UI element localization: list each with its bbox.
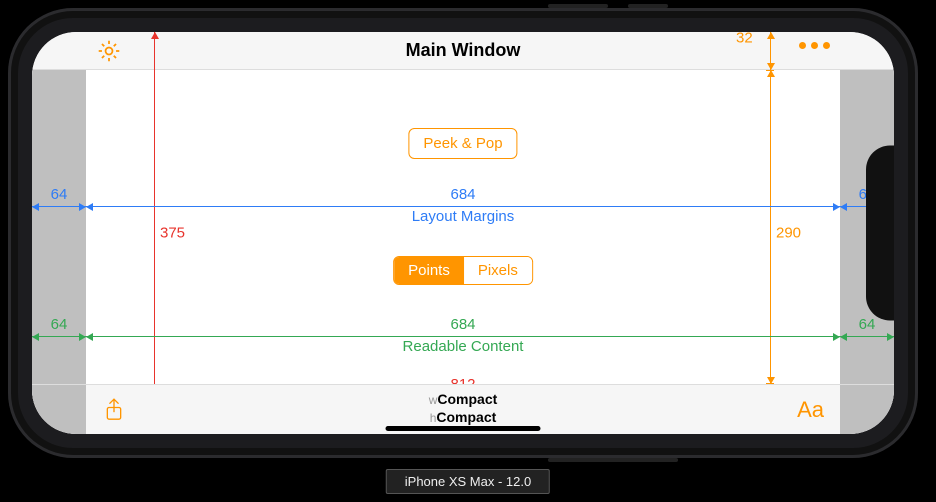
readable-content-ruler: 64 684 64 Readable Content	[32, 318, 894, 352]
content-height-value: 290	[776, 225, 801, 242]
peek-pop-button[interactable]: Peek & Pop	[408, 128, 517, 159]
device-frame: Main Window 375 32	[8, 8, 918, 458]
bottom-toolbar: wCompact hCompact Aa	[32, 384, 894, 434]
screen-height-ruler: 375	[142, 32, 168, 434]
side-button	[548, 458, 678, 462]
device-bezel: Main Window 375 32	[18, 18, 908, 448]
content-area: 375 32 290 53 Peek & Pop	[32, 70, 894, 384]
size-class-h-value: Compact	[436, 409, 496, 425]
unit-option-points[interactable]: Points	[394, 257, 464, 284]
layout-margins-label: Layout Margins	[32, 208, 894, 225]
device-screen: Main Window 375 32	[32, 32, 894, 434]
size-class-readout: wCompact hCompact	[32, 391, 894, 427]
side-button	[548, 4, 608, 8]
unit-segmented-control[interactable]: Points Pixels	[393, 256, 533, 285]
layout-margins-ruler: 64 684 64 Layout Margins	[32, 188, 894, 222]
readable-content-width: 684	[32, 316, 894, 333]
screen-height-value: 375	[160, 225, 185, 242]
size-class-w-value: Compact	[437, 391, 497, 407]
layout-margins-width: 684	[32, 186, 894, 203]
side-button	[628, 4, 668, 8]
navbar-height-value: 32	[736, 32, 753, 47]
home-indicator	[386, 426, 541, 431]
device-label: iPhone XS Max - 12.0	[386, 469, 550, 494]
vertical-inset-ruler: 32 290 53	[758, 32, 784, 434]
readable-content-label: Readable Content	[32, 338, 894, 355]
more-icon[interactable]	[799, 42, 830, 49]
unit-option-pixels[interactable]: Pixels	[464, 257, 532, 284]
text-style-icon[interactable]: Aa	[797, 397, 824, 423]
sensor-notch	[866, 146, 894, 321]
